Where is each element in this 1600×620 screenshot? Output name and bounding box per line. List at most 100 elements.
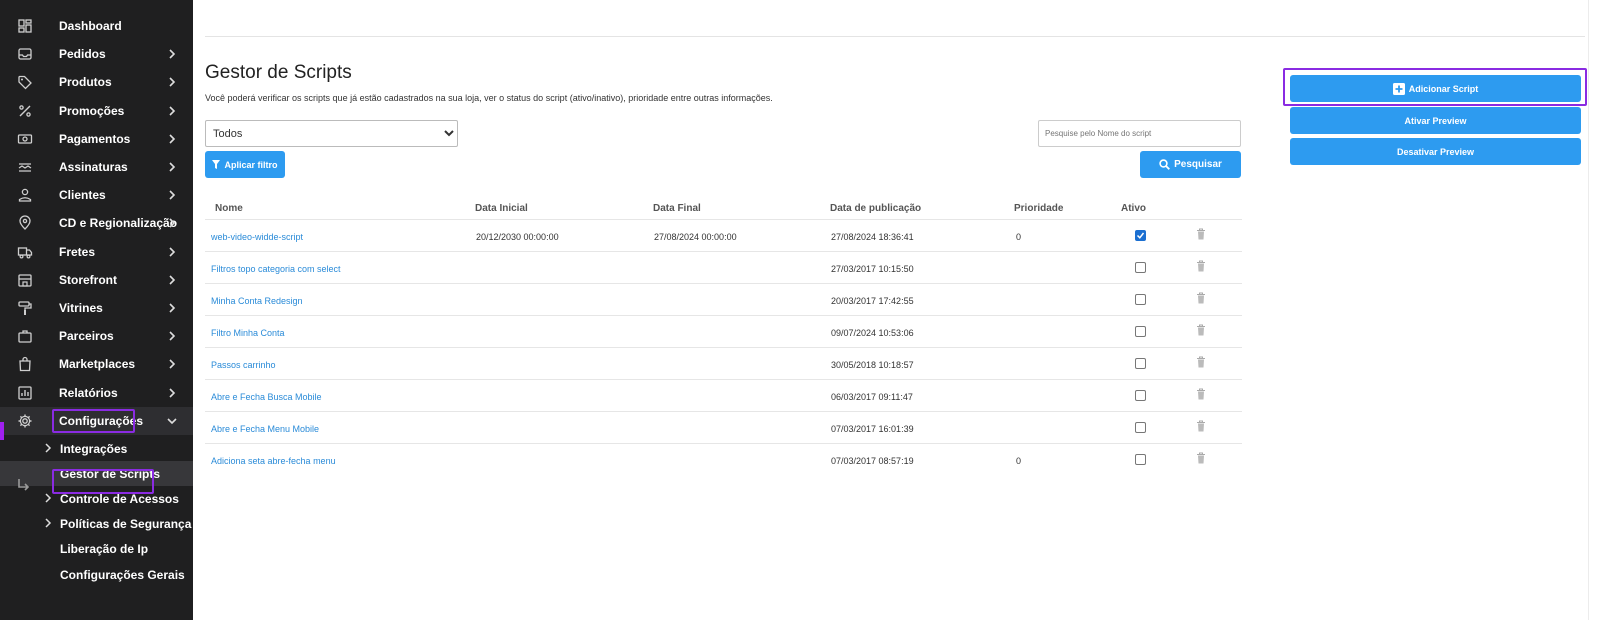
enable-preview-button[interactable]: Ativar Preview bbox=[1290, 107, 1581, 134]
sidebar-subitem-label: Configurações Gerais bbox=[60, 568, 185, 582]
disable-preview-button[interactable]: Desativar Preview bbox=[1290, 138, 1581, 165]
sidebar-item-dashboard[interactable]: Dashboard bbox=[0, 12, 193, 40]
plus-square-icon bbox=[1392, 82, 1405, 95]
script-name-link[interactable]: Abre e Fecha Menu Mobile bbox=[211, 424, 319, 434]
table-row: Abre e Fecha Menu Mobile 07/03/2017 16:01… bbox=[205, 411, 1242, 443]
table-row: Filtro Minha Conta 09/07/2024 10:53:06 bbox=[205, 315, 1242, 347]
sidebar-item-produtos[interactable]: Produtos bbox=[0, 68, 193, 96]
gear-icon bbox=[18, 414, 32, 428]
sidebar-item-cd-e-regionalizacao[interactable]: CD e Regionalização bbox=[0, 209, 193, 237]
chevron-right-icon bbox=[169, 275, 176, 285]
script-name-link[interactable]: Adiciona seta abre-fecha menu bbox=[211, 456, 336, 466]
active-checkbox[interactable] bbox=[1135, 326, 1146, 337]
cell-prioridade: 0 bbox=[1016, 232, 1022, 242]
add-script-button[interactable]: Adicionar Script bbox=[1290, 75, 1581, 102]
chevron-right-icon bbox=[169, 190, 176, 200]
active-checkbox[interactable] bbox=[1135, 390, 1146, 401]
briefcase-icon bbox=[18, 330, 32, 343]
apply-filter-button[interactable]: Aplicar filtro bbox=[205, 151, 285, 178]
table-row: Adiciona seta abre-fecha menu 07/03/2017 … bbox=[205, 443, 1242, 475]
script-name-link[interactable]: Abre e Fecha Busca Mobile bbox=[211, 392, 322, 402]
trash-icon[interactable] bbox=[1196, 420, 1206, 432]
col-header-ativo: Ativo bbox=[1121, 203, 1146, 214]
chevron-right-icon bbox=[169, 77, 176, 87]
trash-icon[interactable] bbox=[1196, 356, 1206, 368]
col-header-nome: Nome bbox=[215, 203, 243, 214]
sidebar-item-fretes[interactable]: Fretes bbox=[0, 238, 193, 266]
table-row: Minha Conta Redesign 20/03/2017 17:42:55 bbox=[205, 283, 1242, 315]
apply-filter-label: Aplicar filtro bbox=[224, 159, 278, 170]
sidebar-item-pedidos[interactable]: Pedidos bbox=[0, 40, 193, 68]
sidebar-subitem-label: Controle de Acessos bbox=[60, 492, 179, 506]
sidebar-item-label: Storefront bbox=[59, 273, 117, 287]
chevron-right-icon bbox=[169, 359, 176, 369]
trash-icon[interactable] bbox=[1196, 388, 1206, 400]
page-description: Você poderá verificar os scripts que já … bbox=[205, 93, 773, 103]
active-checkbox[interactable] bbox=[1135, 294, 1146, 305]
sidebar-item-parceiros[interactable]: Parceiros bbox=[0, 322, 193, 350]
chevron-right-icon bbox=[169, 331, 176, 341]
sidebar-item-promocoes[interactable]: Promoções bbox=[0, 97, 193, 125]
chevron-right-icon bbox=[169, 218, 176, 228]
active-checkbox[interactable] bbox=[1135, 262, 1146, 273]
sidebar-item-clientes[interactable]: Clientes bbox=[0, 181, 193, 209]
trash-icon[interactable] bbox=[1196, 260, 1206, 272]
col-header-data-publicacao: Data de publicação bbox=[830, 203, 922, 214]
page-title: Gestor de Scripts bbox=[205, 62, 352, 83]
disable-preview-label: Desativar Preview bbox=[1396, 146, 1475, 157]
search-button[interactable]: Pesquisar bbox=[1140, 151, 1241, 178]
sidebar-item-label: Marketplaces bbox=[59, 357, 136, 371]
trash-icon[interactable] bbox=[1196, 324, 1206, 336]
sidebar-item-assinaturas[interactable]: Assinaturas bbox=[0, 153, 193, 181]
highlight-gestor-scripts bbox=[52, 469, 154, 494]
enable-preview-label: Ativar Preview bbox=[1404, 115, 1467, 126]
trash-icon[interactable] bbox=[1196, 292, 1206, 304]
active-checkbox[interactable] bbox=[1135, 230, 1146, 241]
sidebar-subitem-label: Integrações bbox=[60, 442, 128, 456]
report-icon bbox=[18, 386, 32, 400]
active-checkbox[interactable] bbox=[1135, 454, 1146, 465]
search-icon bbox=[1159, 159, 1171, 170]
sidebar-item-label: Dashboard bbox=[59, 19, 122, 33]
sidebar-subitem-label: Políticas de Segurança bbox=[60, 517, 192, 531]
script-name-link[interactable]: Filtro Minha Conta bbox=[211, 328, 285, 338]
money-icon bbox=[17, 134, 33, 144]
sidebar-item-vitrines[interactable]: Vitrines bbox=[0, 294, 193, 322]
script-name-link[interactable]: Minha Conta Redesign bbox=[211, 296, 303, 306]
sidebar-item-marketplaces[interactable]: Marketplaces bbox=[0, 350, 193, 378]
sidebar-item-relatorios[interactable]: Relatórios bbox=[0, 379, 193, 407]
active-checkbox[interactable] bbox=[1135, 358, 1146, 369]
chevron-right-icon bbox=[169, 247, 176, 257]
script-name-link[interactable]: Passos carrinho bbox=[211, 360, 276, 370]
sidebar-subitem-label: Liberação de Ip bbox=[60, 542, 149, 556]
status-filter-select[interactable]: Todos bbox=[205, 120, 458, 147]
script-name-link[interactable]: web-video-widde-script bbox=[211, 232, 303, 242]
chevron-right-icon bbox=[169, 106, 176, 116]
sidebar-item-label: Relatórios bbox=[59, 386, 118, 400]
sidebar-subitem-configuracoes-gerais[interactable]: Configurações Gerais bbox=[0, 562, 193, 587]
search-button-label: Pesquisar bbox=[1174, 159, 1222, 170]
active-checkbox[interactable] bbox=[1135, 422, 1146, 433]
trash-icon[interactable] bbox=[1196, 452, 1206, 464]
filter-icon bbox=[212, 160, 221, 169]
dashboard-icon bbox=[18, 19, 32, 33]
sidebar-item-storefront[interactable]: Storefront bbox=[0, 266, 193, 294]
cell-data-publicacao: 07/03/2017 16:01:39 bbox=[831, 424, 914, 434]
script-name-link[interactable]: Filtros topo categoria com select bbox=[211, 264, 341, 274]
main-content: Gestor de Scripts Você poderá verificar … bbox=[193, 0, 1600, 620]
trash-icon[interactable] bbox=[1196, 228, 1206, 240]
location-icon bbox=[19, 215, 31, 230]
sidebar-item-pagamentos[interactable]: Pagamentos bbox=[0, 125, 193, 153]
add-script-label: Adicionar Script bbox=[1408, 83, 1479, 94]
paint-roller-icon bbox=[18, 301, 32, 315]
chevron-right-icon bbox=[169, 49, 176, 59]
sidebar-subitem-liberacao-de-ip[interactable]: Liberação de Ip bbox=[0, 536, 193, 561]
sidebar-subitem-politicas-de-seguranca[interactable]: Políticas de Segurança bbox=[0, 511, 193, 536]
table-row: Abre e Fecha Busca Mobile 06/03/2017 09:1… bbox=[205, 379, 1242, 411]
sidebar-item-label: CD e Regionalização bbox=[59, 216, 178, 230]
sidebar-subitem-integracoes[interactable]: Integrações bbox=[0, 436, 193, 461]
search-input[interactable] bbox=[1038, 120, 1241, 147]
truck-icon bbox=[17, 247, 33, 259]
chevron-right-icon bbox=[169, 388, 176, 398]
cell-data-publicacao: 06/03/2017 09:11:47 bbox=[831, 392, 913, 402]
